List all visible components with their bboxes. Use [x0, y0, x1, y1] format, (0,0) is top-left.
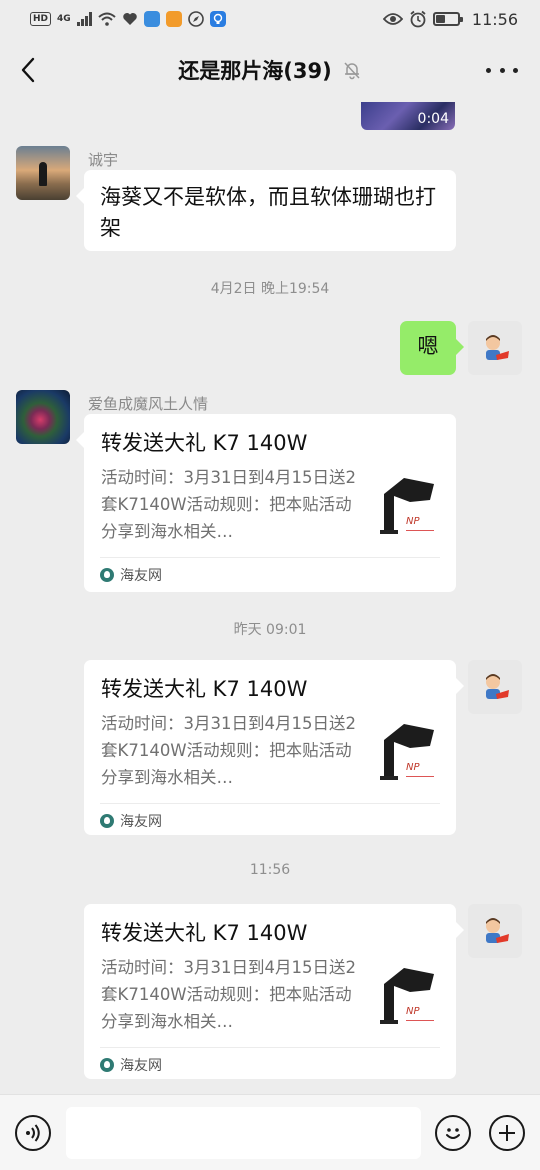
clock: 11:56 [471, 9, 518, 29]
network-type: 4G [57, 14, 71, 24]
alarm-icon [410, 10, 426, 28]
card-divider [100, 803, 440, 804]
lamp-product-thumbnail: NP [380, 478, 434, 534]
own-avatar[interactable] [468, 660, 522, 714]
input-bar [0, 1094, 540, 1170]
source-logo-icon [100, 1058, 114, 1072]
source-name: 海友网 [120, 1058, 162, 1074]
video-message[interactable]: 0:04 [361, 102, 455, 130]
own-link-card[interactable]: 转发送大礼 K7 140W 活动时间：3月31日到4月15日送2套K7140W活… [84, 660, 464, 835]
source-logo-icon [100, 568, 114, 582]
status-left: HD 4G [30, 11, 226, 27]
card-source: 海友网 [100, 565, 162, 585]
signal-icon [76, 12, 92, 26]
card-description: 活动时间：3月31日到4月15日送2套K7140W活动规则：把本贴活动分享到海水… [101, 958, 356, 1031]
title-bar: 还是那片海(39) [0, 38, 540, 102]
wifi-icon [98, 12, 116, 26]
lamp-product-thumbnail: NP [380, 724, 434, 780]
link-card[interactable]: 转发送大礼 K7 140W 活动时间：3月31日到4月15日送2套K7140W活… [76, 414, 456, 592]
card-title: 转发送大礼 K7 140W [101, 921, 308, 945]
card-description: 活动时间：3月31日到4月15日送2套K7140W活动规则：把本贴活动分享到海水… [101, 468, 356, 541]
chevron-left-icon [21, 57, 35, 83]
card-divider [100, 1047, 440, 1048]
title-wrap: 还是那片海(39) [178, 55, 361, 85]
plus-icon [499, 1125, 515, 1141]
video-duration: 0:04 [417, 111, 449, 127]
source-logo-icon [100, 814, 114, 828]
card-source: 海友网 [100, 1055, 162, 1075]
own-link-card[interactable]: 转发送大礼 K7 140W 活动时间：3月31日到4月15日送2套K7140W活… [84, 904, 464, 1079]
sender-name: 诚宇 [88, 151, 119, 169]
eye-icon [382, 13, 403, 25]
video-app-icon [165, 11, 182, 27]
chat-title: 还是那片海(39) [178, 59, 332, 83]
card-source: 海友网 [100, 811, 162, 831]
back-button[interactable] [14, 54, 42, 86]
chat-area[interactable]: 0:04 诚宇 海葵又不是软体，而且软体珊瑚也打架 4月2日 晚上19:54 嗯… [0, 102, 540, 1094]
svg-text:NP: NP [406, 762, 420, 773]
bulb-app-icon [209, 11, 226, 27]
svg-text:NP: NP [406, 1006, 420, 1017]
smile-icon [446, 1128, 460, 1139]
own-message-bubble[interactable]: 嗯 [400, 321, 464, 375]
card-description: 活动时间：3月31日到4月15日送2套K7140W活动规则：把本贴活动分享到海水… [101, 714, 356, 787]
card-title: 转发送大礼 K7 140W [101, 677, 308, 701]
hd-icon: HD [30, 12, 52, 26]
message-bubble[interactable]: 海葵又不是软体，而且软体珊瑚也打架 [76, 170, 456, 251]
compass-app-icon [187, 11, 204, 27]
avatar[interactable] [16, 390, 70, 444]
time-separator: 4月2日 晚上19:54 [210, 281, 330, 297]
message-text: 海葵又不是软体，而且软体珊瑚也打架 [100, 185, 436, 240]
sender-name: 爱鱼成魔风土人情 [88, 395, 209, 413]
boy-avatar-icon [486, 335, 509, 360]
own-avatar[interactable] [468, 904, 522, 958]
heart-icon [122, 13, 137, 25]
time-separator: 昨天 09:01 [233, 622, 307, 638]
status-right: 11:56 [382, 9, 518, 29]
lamp-product-thumbnail: NP [380, 968, 434, 1024]
voice-button[interactable] [15, 1115, 51, 1151]
own-avatar[interactable] [468, 321, 522, 375]
emoji-button[interactable] [435, 1115, 471, 1151]
boy-avatar-icon [486, 674, 509, 699]
source-name: 海友网 [120, 568, 162, 584]
voice-icon [26, 1124, 40, 1142]
card-divider [100, 557, 440, 558]
boy-avatar-icon [486, 918, 509, 943]
mute-bell-icon [344, 62, 360, 80]
more-functions-button[interactable] [489, 1115, 525, 1151]
avatar[interactable] [16, 146, 70, 200]
status-bar: HD 4G 11:56 [0, 0, 540, 38]
message-text: 嗯 [417, 334, 439, 358]
source-name: 海友网 [120, 814, 162, 830]
card-title: 转发送大礼 K7 140W [101, 431, 308, 455]
svg-text:NP: NP [406, 516, 420, 527]
cloud-app-icon [143, 11, 160, 27]
battery-icon [432, 12, 463, 26]
message-input[interactable] [66, 1107, 421, 1159]
more-options-button[interactable] [486, 60, 518, 80]
time-separator: 11:56 [249, 862, 291, 878]
